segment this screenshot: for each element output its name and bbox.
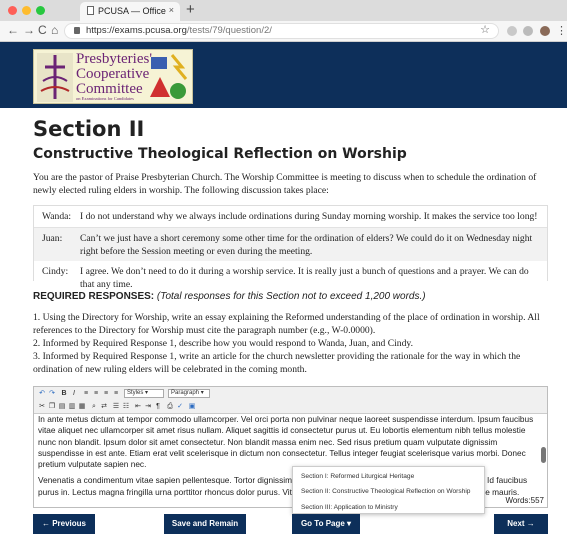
paste-text-icon[interactable]: ▥	[68, 402, 76, 411]
editor-scrollbar[interactable]	[541, 447, 546, 463]
indent-icon[interactable]: ⇥	[144, 402, 152, 411]
paste-word-icon[interactable]: ▦	[78, 402, 86, 411]
align-right-icon[interactable]: ≡	[102, 389, 110, 398]
dialog-text: Can’t we just have a short ceremony some…	[80, 233, 533, 257]
paste-icon[interactable]: ▤	[58, 402, 66, 411]
align-center-icon[interactable]: ≡	[92, 389, 100, 398]
dialog-row: Juan: Can’t we just have a short ceremon…	[34, 227, 547, 262]
speaker: Cindy:	[42, 266, 69, 277]
logo-line-1: Presbyteries'	[76, 51, 153, 67]
find-icon[interactable]: ⌕	[90, 402, 98, 411]
outdent-icon[interactable]: ⇤	[134, 402, 142, 411]
next-button[interactable]: Next →	[494, 514, 548, 534]
format-select[interactable]: Paragraph ▾	[168, 389, 210, 398]
styles-label: Styles	[127, 390, 144, 396]
url-text: https://exams.pcusa.org/tests/79/questio…	[86, 24, 272, 38]
logo-line-4: on Examinations for Candidates	[76, 96, 134, 101]
align-justify-icon[interactable]: ≡	[112, 389, 120, 398]
bullet-list-icon[interactable]: ☰	[112, 402, 120, 411]
paragraph-icon[interactable]: ¶	[154, 402, 162, 411]
seal-icon	[37, 53, 73, 102]
italic-icon[interactable]: I	[70, 389, 78, 398]
spellcheck-icon[interactable]: ✓	[176, 402, 184, 411]
editor-toolbar-row-2: ✂ ❐ ▤ ▥ ▦ ⌕ ⇄ ☰ ☷ ⇤ ⇥ ¶ ⎙ ✓ ▣	[34, 400, 547, 414]
menu-item-section-1[interactable]: Section I: Reformed Liturgical Heritage	[301, 473, 414, 480]
save-and-remain-button[interactable]: Save and Remain	[164, 514, 246, 534]
back-arrow-icon[interactable]: ←	[7, 23, 19, 37]
word-count: Words:557	[505, 496, 544, 505]
required-label: REQUIRED RESPONSES:	[33, 291, 155, 302]
scenario-intro: You are the pastor of Praise Presbyteria…	[33, 172, 537, 196]
numbered-list-icon[interactable]: ☷	[122, 402, 130, 411]
editor-paragraph: In ante metus dictum at tempor commodo u…	[38, 414, 534, 470]
styles-select[interactable]: Styles ▾	[124, 389, 164, 398]
required-item: 2. Informed by Required Response 1, desc…	[33, 338, 413, 349]
tab-title: PCUSA — Office of Vocation -	[98, 6, 166, 16]
maximize-window-icon[interactable]	[36, 6, 45, 15]
undo-icon[interactable]: ↶	[38, 389, 46, 398]
previous-button[interactable]: ← Previous	[33, 514, 95, 534]
tab-close-icon[interactable]: ×	[169, 5, 174, 15]
required-responses-list: 1. Using the Directory for Worship, writ…	[33, 311, 548, 376]
url-host: https://exams.pcusa.org	[86, 25, 187, 36]
format-label: Paragraph	[171, 390, 200, 396]
fullscreen-icon[interactable]: ▣	[188, 402, 196, 411]
reload-icon[interactable]: C	[38, 23, 47, 37]
section-subtitle: Constructive Theological Reflection on W…	[33, 146, 407, 162]
bookmark-star-icon[interactable]: ☆	[480, 23, 490, 37]
dialog-text: I agree. We don’t need to do it during a…	[80, 266, 529, 290]
cut-icon[interactable]: ✂	[38, 402, 46, 411]
speaker: Juan:	[42, 233, 63, 244]
redo-icon[interactable]: ↷	[48, 389, 56, 398]
required-note: (Total responses for this Section not to…	[156, 291, 426, 302]
dialog-text: I do not understand why we always includ…	[80, 211, 538, 222]
symbols-icon	[150, 54, 188, 99]
extension-icon-2[interactable]	[523, 26, 533, 36]
replace-icon[interactable]: ⇄	[100, 402, 108, 411]
required-responses-heading: REQUIRED RESPONSES: (Total responses for…	[33, 291, 426, 302]
goto-page-button[interactable]: Go To Page ▾	[292, 514, 360, 534]
dialog-table: Wanda: I do not understand why we always…	[33, 205, 548, 290]
minimize-window-icon[interactable]	[22, 6, 31, 15]
extension-icon[interactable]	[507, 26, 517, 36]
ppc-logo[interactable]: Presbyteries' Cooperative Committee on E…	[33, 49, 193, 104]
browser-tab[interactable]: PCUSA — Office of Vocation - ×	[80, 2, 180, 21]
forward-arrow-icon[interactable]: →	[23, 23, 35, 37]
speaker: Wanda:	[42, 211, 72, 222]
lock-icon	[74, 27, 80, 34]
editor-toolbar-row-1: ↶ ↷ B I ≡ ≡ ≡ ≡ Styles ▾ Paragraph ▾	[34, 387, 547, 400]
new-tab-button[interactable]: +	[186, 1, 195, 18]
menu-item-section-2[interactable]: Section II: Constructive Theological Ref…	[301, 488, 470, 495]
bold-icon[interactable]: B	[60, 389, 68, 398]
print-icon[interactable]: ⎙	[166, 402, 174, 411]
menu-kebab-icon[interactable]: ⋮	[556, 24, 567, 37]
logo-line-2: Cooperative	[76, 66, 150, 82]
align-left-icon[interactable]: ≡	[82, 389, 90, 398]
section-title: Section II	[33, 117, 145, 141]
close-window-icon[interactable]	[8, 6, 17, 15]
goto-page-menu: Section I: Reformed Liturgical Heritage …	[292, 466, 485, 514]
url-path: /tests/79/question/2/	[186, 25, 272, 36]
copy-icon[interactable]: ❐	[48, 402, 56, 411]
home-icon[interactable]: ⌂	[51, 23, 58, 37]
dialog-row: Cindy: I agree. We don’t need to do it d…	[34, 261, 547, 290]
dialog-row: Wanda: I do not understand why we always…	[34, 206, 547, 227]
logo-line-3: Committee	[76, 81, 143, 97]
menu-item-section-3[interactable]: Section III: Application to Ministry	[301, 504, 398, 511]
required-item: 3. Informed by Required Response 1, writ…	[33, 351, 521, 375]
page-icon	[87, 6, 94, 15]
profile-avatar[interactable]	[540, 26, 550, 36]
required-item: 1. Using the Directory for Worship, writ…	[33, 312, 540, 336]
url-bar[interactable]: https://exams.pcusa.org/tests/79/questio…	[64, 23, 499, 39]
